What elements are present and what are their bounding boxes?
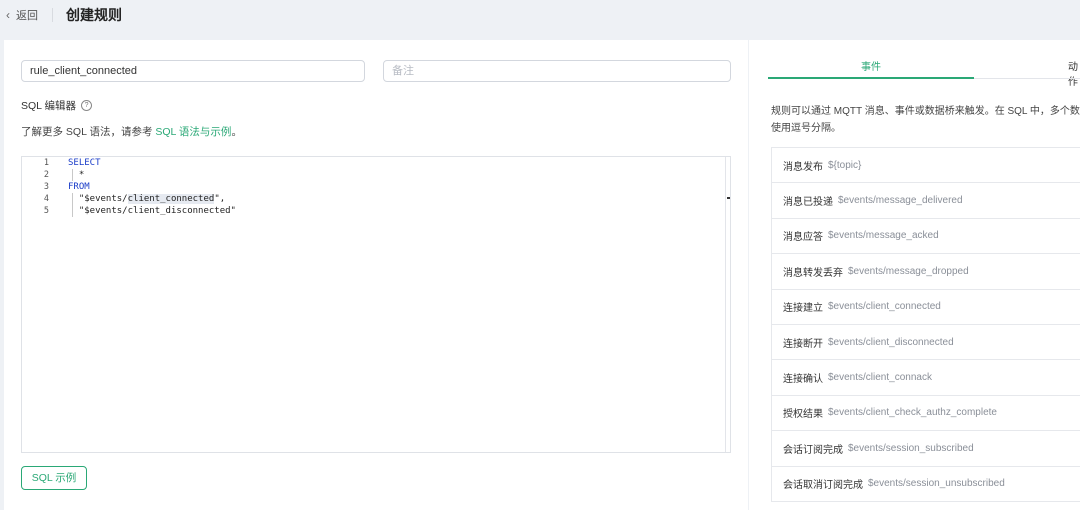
event-item[interactable]: 连接确认 $events/client_connack xyxy=(771,360,1080,396)
editor-scrollbar[interactable] xyxy=(725,157,730,452)
event-name: 会话取消订阅完成 xyxy=(783,480,863,492)
event-name: 连接断开 xyxy=(783,338,823,350)
event-topic: $events/message_acked xyxy=(828,230,939,242)
tab-events[interactable]: 事件 xyxy=(768,58,974,73)
sql-editor[interactable]: 1 2 3 4 5 SELECT * FROM "$events/client_… xyxy=(21,156,731,453)
event-topic: $events/session_subscribed xyxy=(848,442,974,454)
note-input[interactable]: 备注 xyxy=(383,60,731,82)
event-topic: $events/client_connected xyxy=(828,301,941,313)
sql-hint: 了解更多 SQL 语法，请参考 SQL 语法与示例。 xyxy=(21,124,242,139)
code-line: "$events/client_disconnected" xyxy=(68,206,236,216)
back-label: 返回 xyxy=(16,10,38,22)
active-tab-indicator xyxy=(768,77,974,79)
event-name: 消息已投递 xyxy=(783,197,833,209)
code-area[interactable]: SELECT * FROM "$events/client_connected"… xyxy=(68,157,236,217)
event-item[interactable]: 消息已投递 $events/message_delivered xyxy=(771,183,1080,219)
event-item[interactable]: 消息转发丢弃 $events/message_dropped xyxy=(771,254,1080,290)
event-topic: $events/client_check_authz_complete xyxy=(828,407,997,419)
event-name: 会话订阅完成 xyxy=(783,444,843,456)
event-topic: $events/client_connack xyxy=(828,372,932,384)
code-line: SELECT xyxy=(68,158,101,168)
line-number: 3 xyxy=(43,182,49,192)
code-line: * xyxy=(68,170,85,180)
hint-text: 了解更多 SQL 语法，请参考 xyxy=(21,126,153,138)
code-line: "$events/client_connected", xyxy=(68,193,236,205)
event-item[interactable]: 会话取消订阅完成 $events/session_unsubscribed xyxy=(771,466,1080,502)
tab-actions[interactable]: 动作 xyxy=(1066,58,1080,88)
data-source-description: 规则可以通过 MQTT 消息、事件或数据桥来触发。在 SQL 中，多个数据源使用… xyxy=(771,106,1080,134)
code-line: FROM xyxy=(68,182,90,192)
chevron-left-icon: ‹ xyxy=(6,8,10,22)
event-topic: $events/client_disconnected xyxy=(828,336,954,348)
event-item[interactable]: 消息发布 ${topic} xyxy=(771,148,1080,184)
event-name: 消息转发丢弃 xyxy=(783,267,843,279)
selection-highlight: client_connected xyxy=(127,194,215,204)
event-topic: $events/message_dropped xyxy=(848,265,969,277)
event-list: 消息发布 ${topic} 消息已投递 $events/message_delive… xyxy=(771,147,1080,502)
line-number: 2 xyxy=(43,170,49,180)
event-name: 授权结果 xyxy=(783,409,823,421)
scroll-marker xyxy=(727,197,730,199)
event-item[interactable]: 消息应答 $events/message_acked xyxy=(771,218,1080,255)
sql-example-button[interactable]: SQL 示例 xyxy=(21,466,87,490)
help-icon[interactable]: ? xyxy=(81,100,93,111)
sql-editor-label-text: SQL 编辑器 xyxy=(21,100,77,112)
page-title: 创建规则 xyxy=(66,7,122,23)
title-divider xyxy=(52,8,53,22)
event-item[interactable]: 授权结果 $events/client_check_authz_complete xyxy=(771,395,1080,432)
event-item[interactable]: 会话订阅完成 $events/session_subscribed xyxy=(771,431,1080,467)
event-name: 消息发布 xyxy=(783,161,823,173)
line-number: 1 xyxy=(43,158,49,168)
sql-syntax-link[interactable]: SQL 语法与示例 xyxy=(155,126,231,138)
event-item[interactable]: 连接断开 $events/client_disconnected xyxy=(771,324,1080,361)
top-bar: ‹ 返回 创建规则 xyxy=(0,0,1080,32)
event-name: 连接确认 xyxy=(783,374,823,386)
event-topic: $events/message_delivered xyxy=(838,195,963,207)
line-number-gutter: 1 2 3 4 5 xyxy=(22,157,62,217)
rule-name-input[interactable]: rule_client_connected xyxy=(21,60,365,82)
line-number: 4 xyxy=(43,194,49,204)
line-number: 5 xyxy=(43,206,49,216)
code-string: "$events/ xyxy=(68,194,128,204)
event-topic: $events/session_unsubscribed xyxy=(868,478,1005,490)
event-topic: ${topic} xyxy=(828,159,862,171)
back-button[interactable]: ‹ 返回 xyxy=(6,7,38,23)
sql-editor-label: SQL 编辑器 ? xyxy=(21,98,93,113)
event-name: 消息应答 xyxy=(783,232,823,244)
event-item[interactable]: 连接建立 $events/client_connected xyxy=(771,289,1080,325)
hint-suffix: 。 xyxy=(231,126,242,138)
event-name: 连接建立 xyxy=(783,303,823,315)
code-string: ", xyxy=(214,194,226,204)
